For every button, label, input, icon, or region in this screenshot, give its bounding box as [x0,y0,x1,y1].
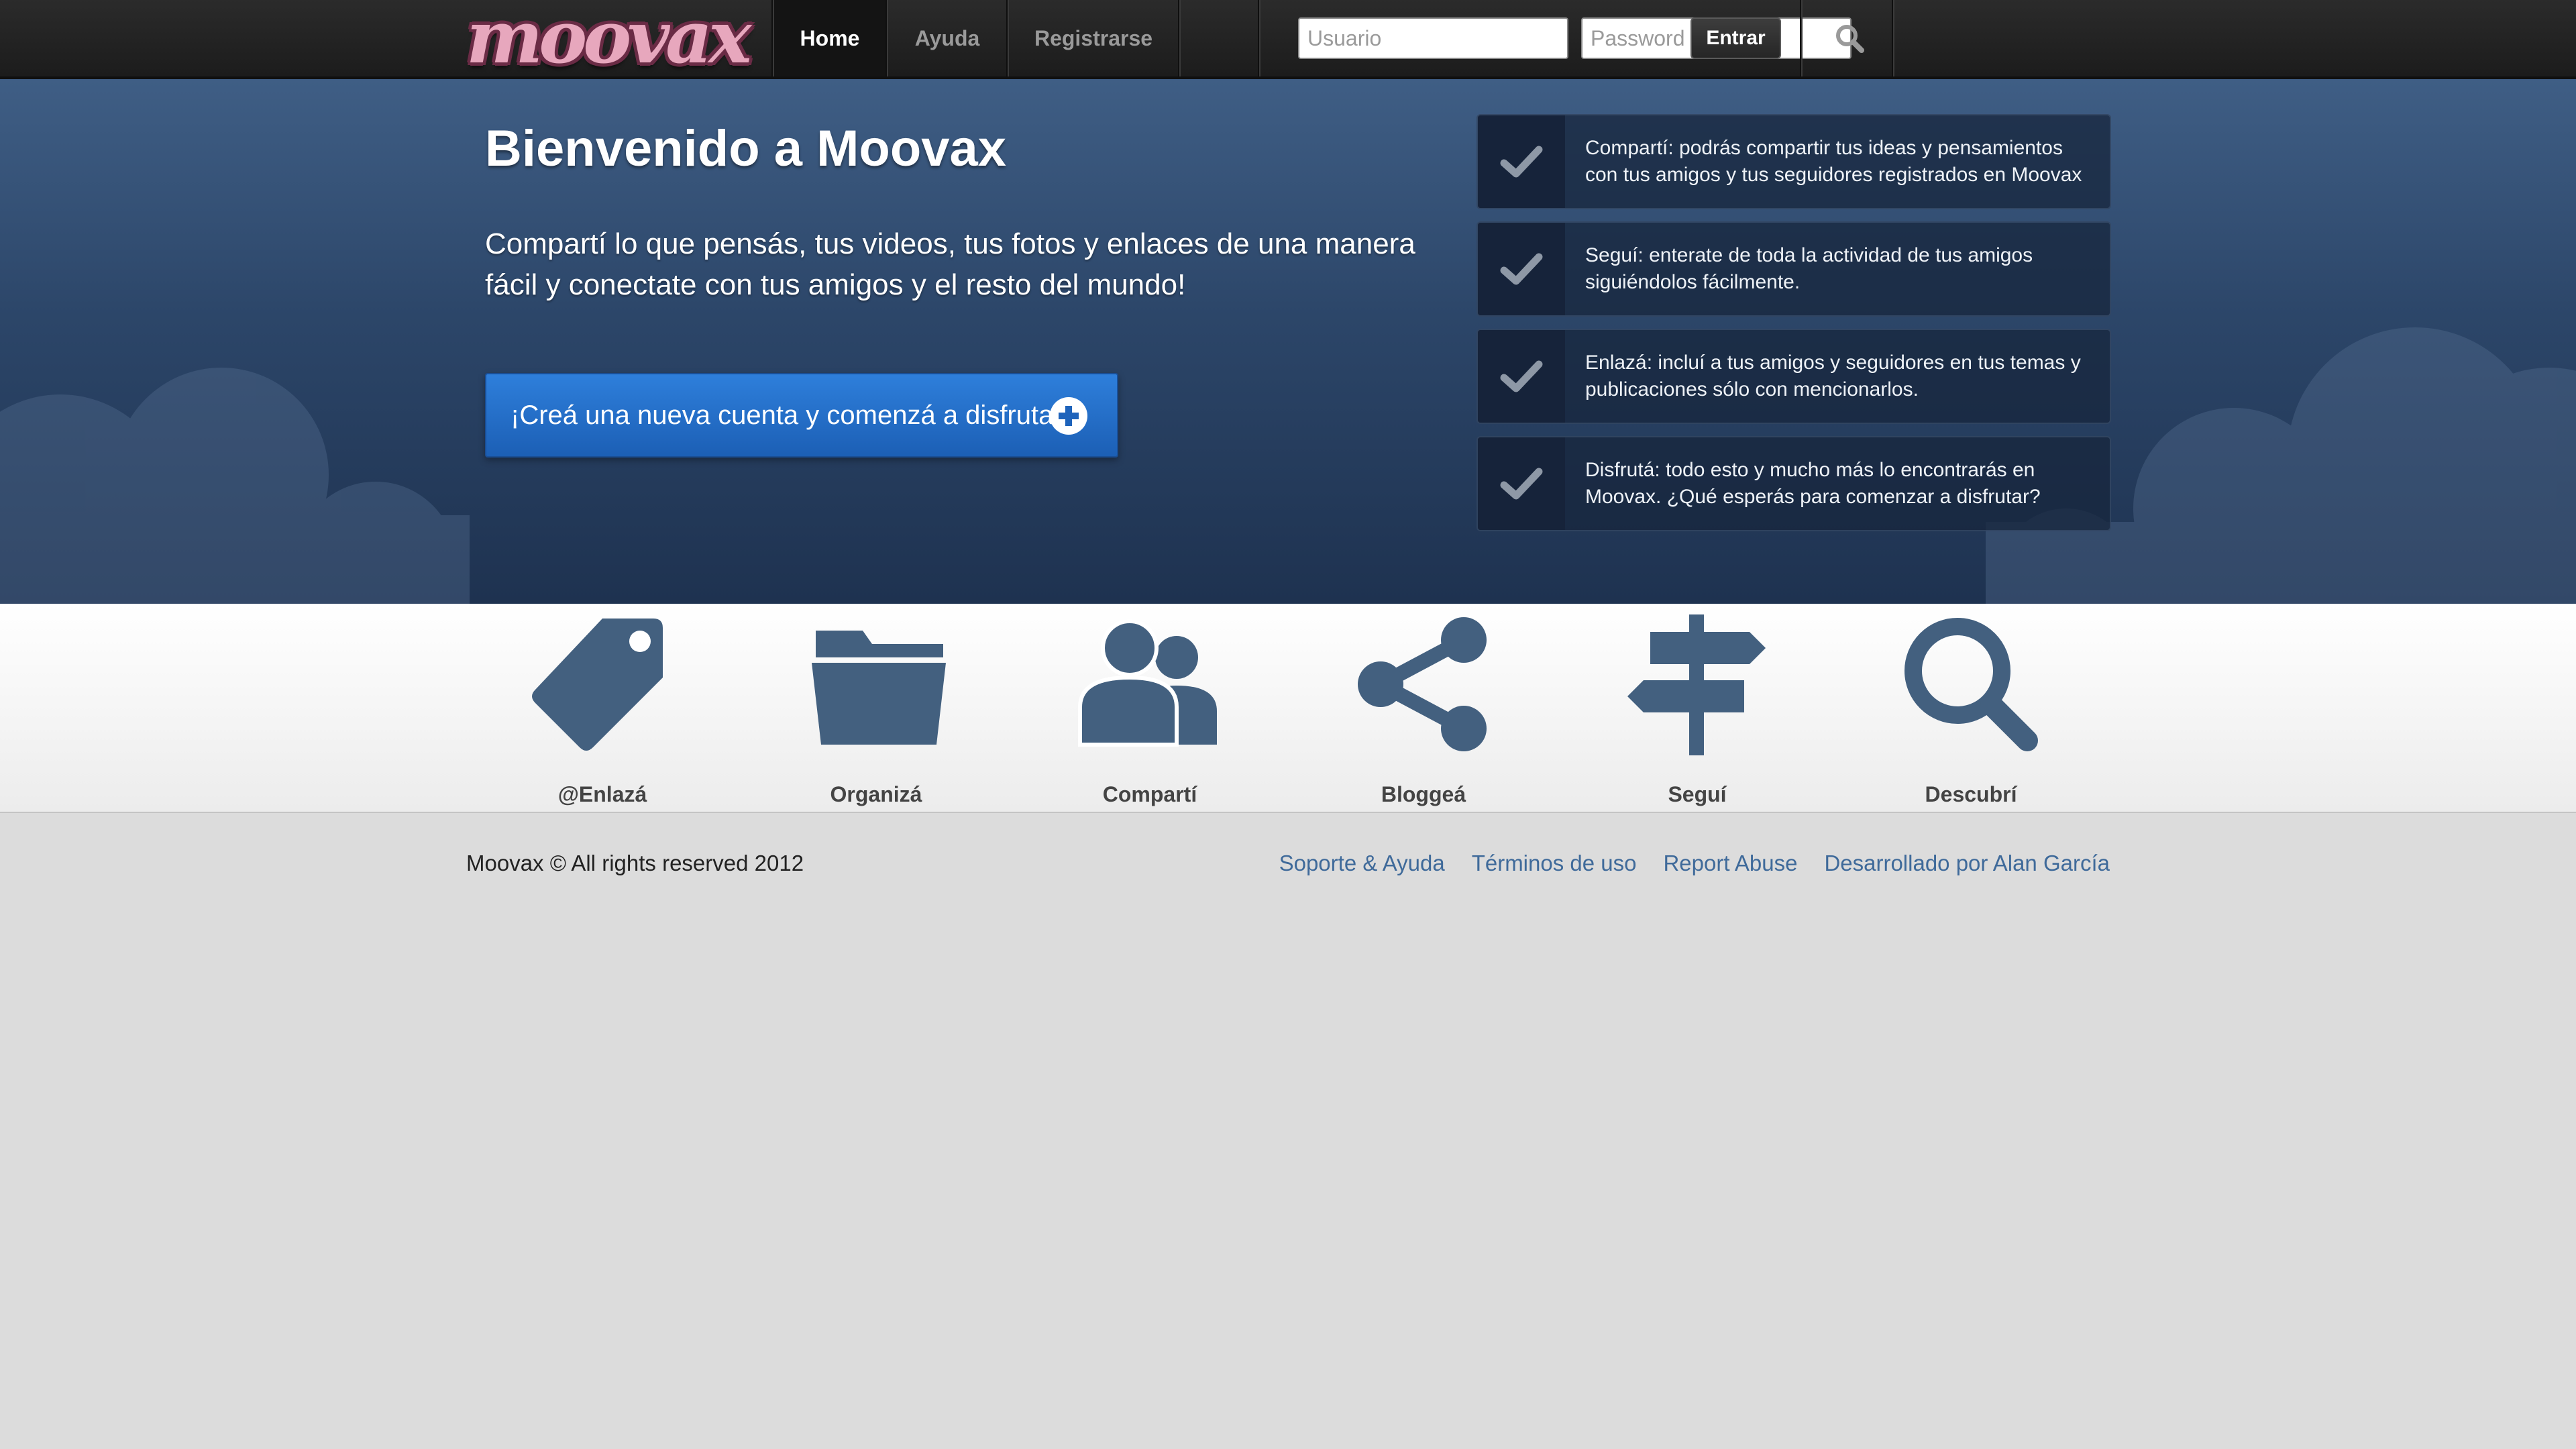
footer-link-soporte[interactable]: Soporte & Ayuda [1279,851,1445,876]
feature-text: Compartí: podrás compartir tus ideas y p… [1585,137,2082,186]
feature-bloggea[interactable]: Bloggeá [1336,610,1511,812]
nav-divider [1178,0,1181,76]
feature-text: Enlazá: incluí a tus amigos y seguidores… [1585,352,2081,400]
plus-circle-icon [1050,397,1087,435]
check-icon [1478,330,1565,423]
create-account-button[interactable]: ¡Creá una nueva cuenta y comenzá a disfr… [485,373,1118,458]
nav-registrarse[interactable]: Registrarse [1009,0,1178,76]
footer-link-terminos[interactable]: Términos de uso [1472,851,1637,876]
feature-enlaza[interactable]: @Enlazá [515,610,690,812]
username-input[interactable] [1298,17,1568,59]
feature-label: Compartí [1102,782,1197,806]
feature-text: Disfrutá: todo esto y mucho más lo encon… [1585,459,2041,508]
cloud-background [0,327,2576,604]
moovax-logo[interactable]: moovax [466,1,771,74]
feature-label: Descubrí [1925,782,2017,806]
top-navigation-bar: moovax Home Ayuda Registrarse Entrar [0,0,2576,79]
nav-ayuda[interactable]: Ayuda [888,0,1006,76]
feature-item-segui: Seguí: enterate de toda la actividad de … [1477,221,2111,317]
login-divider [1800,0,1803,76]
footer-links: Soporte & Ayuda Términos de uso Report A… [1279,851,2110,876]
feature-item-enlaza: Enlazá: incluí a tus amigos y seguidores… [1477,329,2111,424]
hero-subtitle: Compartí lo que pensás, tus videos, tus … [485,227,1415,301]
search-icon[interactable] [1831,20,1869,58]
feature-segui[interactable]: Seguí [1610,610,1784,812]
check-icon [1478,437,1565,530]
create-account-label: ¡Creá una nueva cuenta y comenzá a disfr… [511,400,1070,430]
feature-text: Seguí: enterate de toda la actividad de … [1585,244,2033,293]
feature-label: Bloggeá [1381,782,1466,806]
feature-item-comparti: Compartí: podrás compartir tus ideas y p… [1477,114,2111,209]
feature-icons-strip: @Enlazá Organizá Compartí Bloggeá Seguí … [0,604,2576,813]
check-icon [1478,115,1565,208]
nav-home[interactable]: Home [774,0,885,76]
login-divider [1258,0,1260,76]
feature-item-disfruta: Disfrutá: todo esto y mucho más lo encon… [1477,436,2111,531]
login-divider [1892,0,1894,76]
feature-organiza[interactable]: Organizá [789,610,963,812]
footer-link-report-abuse[interactable]: Report Abuse [1663,851,1797,876]
login-button[interactable]: Entrar [1690,17,1781,59]
share-icon [1358,617,1487,751]
folder-icon [812,631,946,745]
main-nav: Home Ayuda Registrarse [771,0,1181,76]
page-footer: Moovax © All rights reserved 2012 Soport… [466,847,2110,887]
feature-label: @Enlazá [557,782,647,806]
hero-title: Bienvenido a Moovax [485,120,1007,177]
feature-label: Organizá [830,782,922,806]
search-icon [1904,618,2038,751]
users-icon [1078,619,1217,747]
feature-list: Compartí: podrás compartir tus ideas y p… [1477,114,2111,543]
topbar-container: moovax Home Ayuda Registrarse Entrar [466,0,2110,76]
feature-comparti[interactable]: Compartí [1063,610,1237,812]
feature-descubri[interactable]: Descubrí [1884,610,2058,812]
check-icon [1478,223,1565,315]
tag-icon [532,619,663,751]
footer-link-developer[interactable]: Desarrollado por Alan García [1824,851,2110,876]
hero-banner: Bienvenido a Moovax Compartí lo que pens… [0,79,2576,604]
feature-label: Seguí [1668,782,1727,806]
copyright-text: Moovax © All rights reserved 2012 [466,851,804,875]
signpost-icon [1627,614,1766,755]
